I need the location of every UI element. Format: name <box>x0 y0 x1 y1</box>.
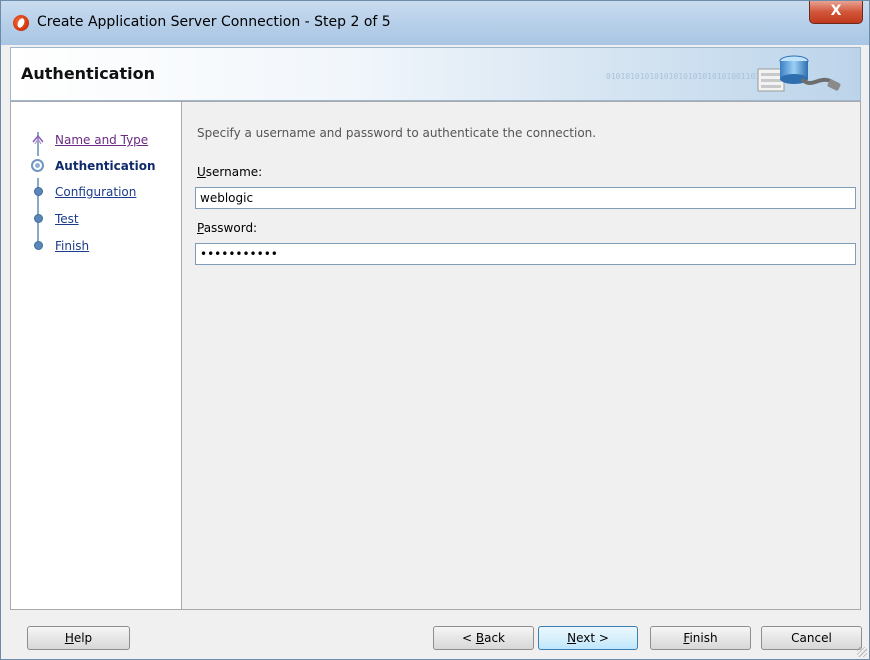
back-button[interactable]: < Back <box>433 626 534 650</box>
dialog-window: Create Application Server Connection - S… <box>0 0 870 660</box>
step-authentication[interactable]: Authentication <box>25 156 181 178</box>
step-label-test[interactable]: Test <box>55 212 79 226</box>
step-pending-icon <box>34 214 43 223</box>
next-mnemonic: N <box>567 631 577 645</box>
back-prefix: < <box>461 631 476 645</box>
help-button[interactable]: Help <box>27 626 130 650</box>
step-label-authentication: Authentication <box>55 159 156 173</box>
step-name-and-type[interactable]: Name and Type <box>25 130 181 152</box>
wizard-steps-pane: Name and Type Authentication Configurati… <box>10 101 182 610</box>
help-label: elp <box>73 631 93 645</box>
password-mnemonic: P <box>197 221 204 235</box>
oracle-app-icon <box>13 15 29 31</box>
back-label: ack <box>484 631 505 645</box>
password-label: Password: <box>197 221 257 235</box>
step-current-icon <box>31 159 44 172</box>
step-label-configuration[interactable]: Configuration <box>55 185 136 199</box>
step-completed-icon <box>32 134 44 145</box>
resize-grip[interactable] <box>857 647 867 657</box>
cancel-button[interactable]: Cancel <box>761 626 862 650</box>
username-mnemonic: U <box>197 165 206 179</box>
server-connection-icon <box>757 55 841 92</box>
title-bar[interactable]: Create Application Server Connection - S… <box>1 1 869 45</box>
instruction-text: Specify a username and password to authe… <box>197 126 597 140</box>
page-title: Authentication <box>21 64 155 83</box>
finish-label: inish <box>689 631 718 645</box>
step-finish[interactable]: Finish <box>25 236 181 258</box>
username-label: Username: <box>197 165 262 179</box>
step-label-finish[interactable]: Finish <box>55 239 89 253</box>
back-mnemonic: B <box>475 631 485 645</box>
next-button[interactable]: Next > <box>538 626 638 650</box>
next-label: ext > <box>576 631 609 645</box>
close-button[interactable]: X <box>809 1 863 24</box>
step-test[interactable]: Test <box>25 209 181 231</box>
password-label-text: assword: <box>203 221 258 235</box>
wizard-content-pane: Specify a username and password to authe… <box>182 101 861 610</box>
username-label-text: sername: <box>205 165 263 179</box>
wizard-header: Authentication 0101010101010101010101010… <box>10 47 861 101</box>
window-title: Create Application Server Connection - S… <box>37 14 391 30</box>
step-configuration[interactable]: Configuration <box>25 182 181 204</box>
password-input[interactable] <box>195 243 856 265</box>
step-pending-icon <box>34 241 43 250</box>
help-mnemonic: H <box>64 631 74 645</box>
finish-button[interactable]: Finish <box>650 626 751 650</box>
username-input[interactable] <box>195 187 856 209</box>
step-pending-icon <box>34 187 43 196</box>
step-label-name-and-type[interactable]: Name and Type <box>55 133 148 147</box>
